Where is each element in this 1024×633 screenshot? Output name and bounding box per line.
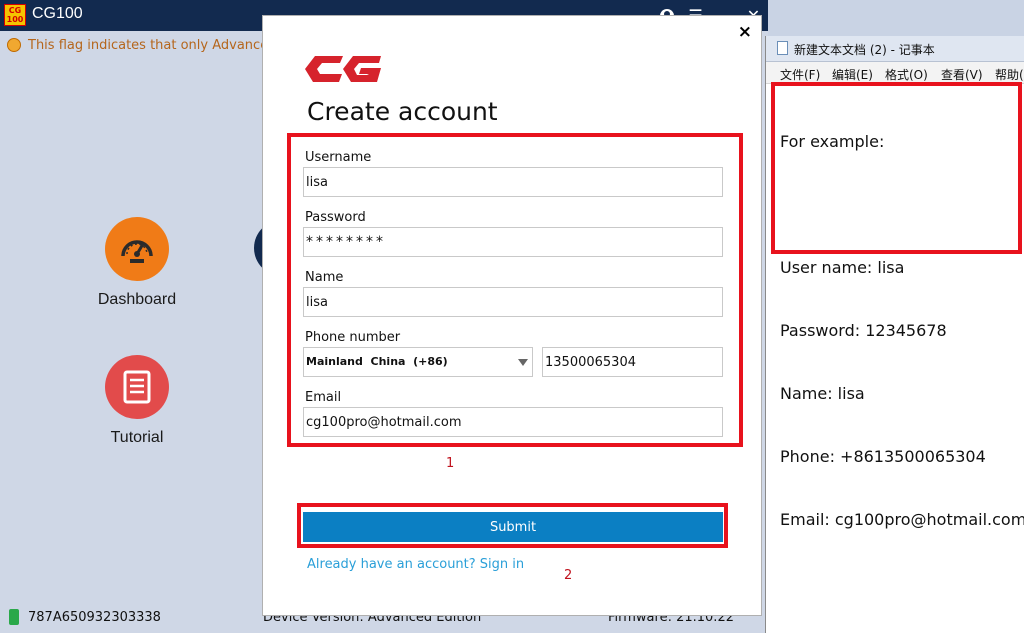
flag-icon	[7, 38, 21, 52]
dialog-close-button[interactable]: ×	[738, 22, 752, 42]
note-line: User name: lisa	[780, 258, 905, 277]
document-icon	[123, 370, 151, 404]
notepad-window: 新建文本文档 (2) - 记事本 文件(F) 编辑(E) 格式(O) 查看(V)…	[765, 36, 1024, 633]
annotation-box-2	[297, 503, 728, 548]
serial-number: 787A650932303338	[28, 610, 161, 625]
menu-file[interactable]: 文件(F)	[780, 66, 820, 83]
usb-icon	[9, 609, 19, 625]
annotation-box-1	[287, 133, 743, 447]
menu-format[interactable]: 格式(O)	[885, 66, 928, 83]
menu-view[interactable]: 查看(V)	[941, 66, 983, 83]
nav-dashboard[interactable]: Dashboard	[70, 217, 204, 309]
dialog-title: Create account	[307, 97, 498, 126]
annotation-number-1: 1	[446, 456, 455, 471]
note-line: Password: 12345678	[780, 321, 947, 340]
notepad-title: 新建文本文档 (2) - 记事本	[794, 43, 935, 57]
notepad-icon	[777, 41, 788, 55]
logo-line-1: CG	[8, 6, 22, 15]
create-account-dialog: × Create account Username Password Name …	[262, 15, 762, 616]
logo-line-2: 100	[6, 15, 24, 24]
note-line: Phone: +8613500065304	[780, 447, 986, 466]
notepad-annotation-box	[771, 82, 1022, 254]
cg100-logo-icon: CG 100	[4, 4, 26, 26]
speedometer-icon	[121, 240, 153, 263]
dashboard-circle	[105, 217, 169, 281]
menu-edit[interactable]: 编辑(E)	[832, 66, 873, 83]
notepad-titlebar: 新建文本文档 (2) - 记事本	[766, 36, 1024, 62]
dashboard-label: Dashboard	[97, 291, 177, 308]
tutorial-label: Tutorial	[110, 429, 164, 446]
sign-in-link[interactable]: Already have an account? Sign in	[307, 557, 524, 572]
nav-tutorial[interactable]: Tutorial	[70, 355, 204, 447]
annotation-number-2: 2	[564, 568, 573, 583]
notepad-menubar: 文件(F) 编辑(E) 格式(O) 查看(V) 帮助(	[766, 62, 1024, 84]
note-line: Email: cg100pro@hotmail.com	[780, 510, 1024, 529]
flag-text: This flag indicates that only Advance	[28, 38, 269, 53]
cg-logo-icon	[305, 56, 381, 82]
tutorial-circle	[105, 355, 169, 419]
note-line: Name: lisa	[780, 384, 865, 403]
app-title: CG100	[32, 5, 83, 22]
menu-help[interactable]: 帮助(	[995, 66, 1024, 83]
